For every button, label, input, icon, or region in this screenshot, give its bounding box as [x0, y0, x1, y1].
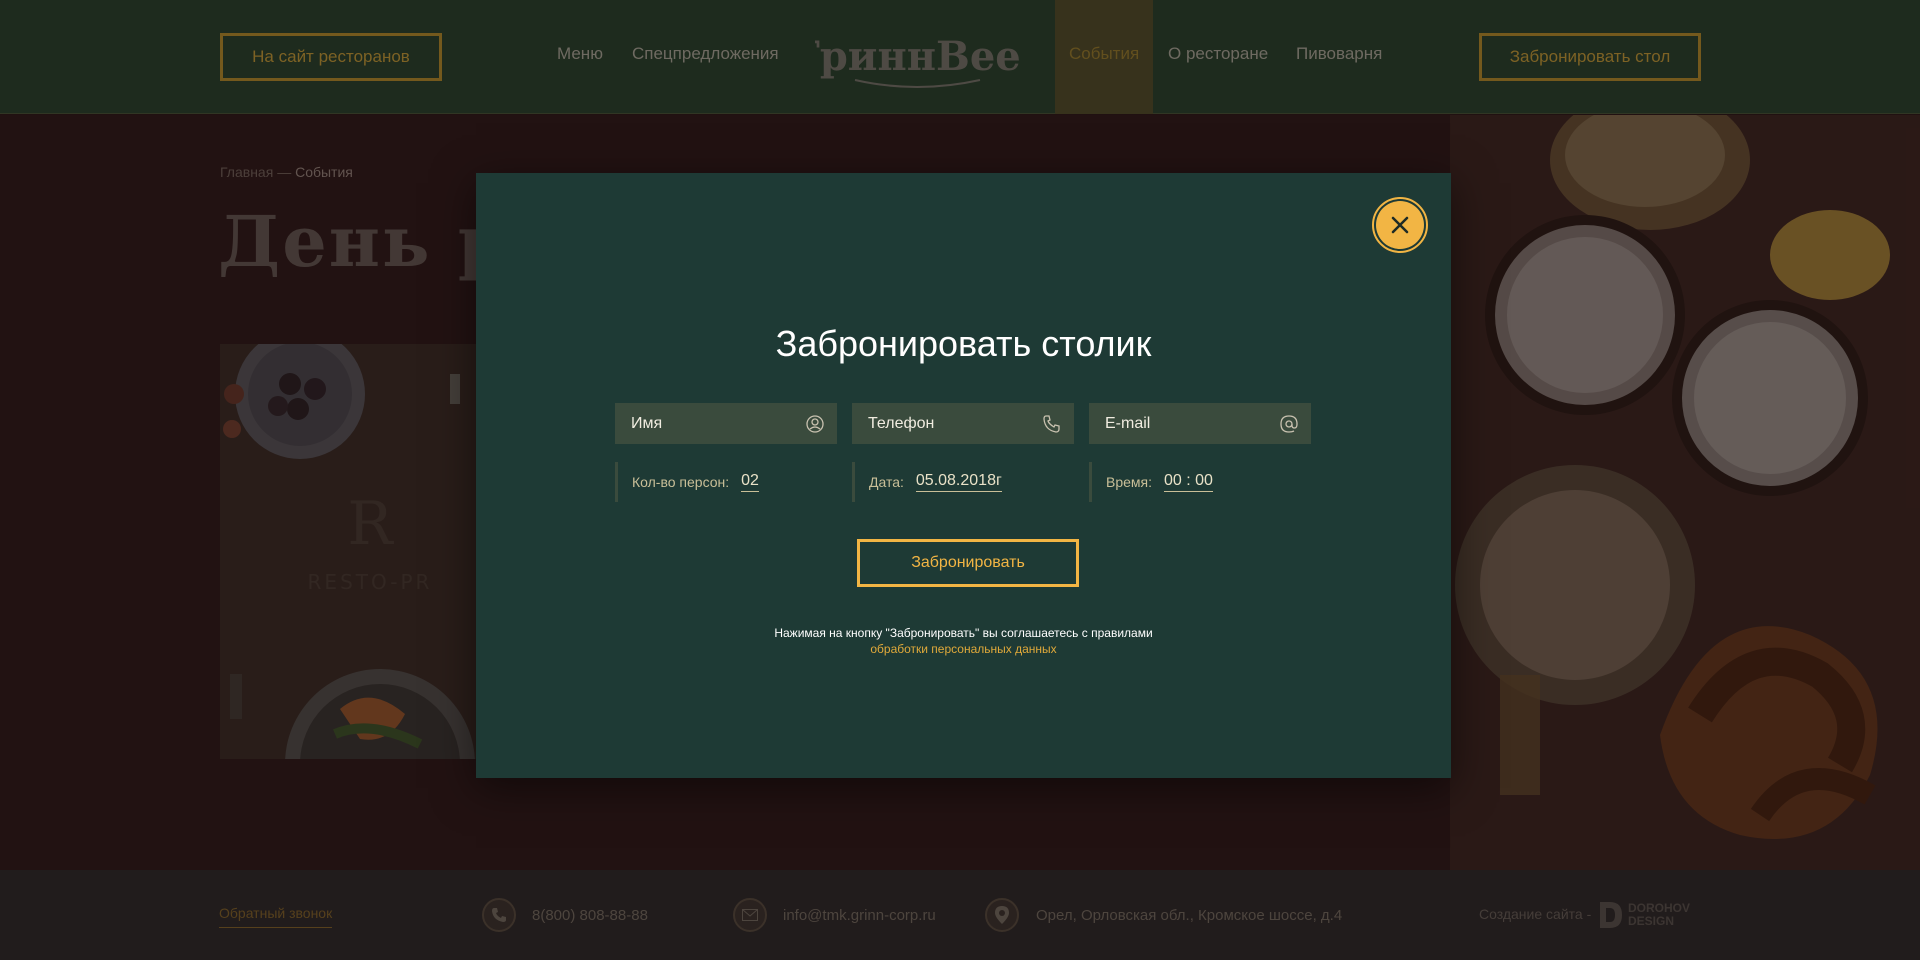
close-button[interactable]: [1372, 197, 1428, 253]
persons-selector[interactable]: Кол-во персон: 02: [615, 462, 759, 502]
time-selector[interactable]: Время: 00 : 00: [1089, 462, 1213, 502]
at-icon: [1280, 414, 1298, 433]
date-value[interactable]: 05.08.2018г: [915, 472, 1002, 492]
name-field-placeholder: Имя: [631, 414, 663, 432]
persons-value[interactable]: 02: [741, 472, 759, 492]
user-icon: [806, 414, 824, 433]
booking-modal: Забронировать столик Имя Телефон E-mail …: [476, 173, 1451, 778]
submit-booking-button[interactable]: Забронировать: [857, 539, 1079, 587]
phone-field[interactable]: Телефон: [852, 403, 1074, 444]
persons-label: Кол-во персон:: [632, 474, 730, 490]
modal-title: Забронировать столик: [775, 323, 1152, 364]
phone-field-placeholder: Телефон: [868, 414, 935, 432]
email-field[interactable]: E-mail: [1089, 403, 1311, 444]
consent-text: Нажимая на кнопку "Забронировать" вы сог…: [774, 626, 1153, 640]
name-field[interactable]: Имя: [615, 403, 837, 444]
date-label: Дата:: [869, 474, 904, 490]
time-value[interactable]: 00 : 00: [1164, 472, 1213, 492]
time-label: Время:: [1106, 474, 1153, 490]
consent-note: Нажимая на кнопку "Забронировать" вы сог…: [476, 625, 1451, 657]
privacy-policy-link[interactable]: обработки персональных данных: [476, 641, 1451, 657]
phone-icon: [1043, 414, 1060, 433]
email-field-placeholder: E-mail: [1105, 414, 1151, 432]
date-selector[interactable]: Дата: 05.08.2018г: [852, 462, 1002, 502]
close-icon: [1376, 201, 1424, 249]
